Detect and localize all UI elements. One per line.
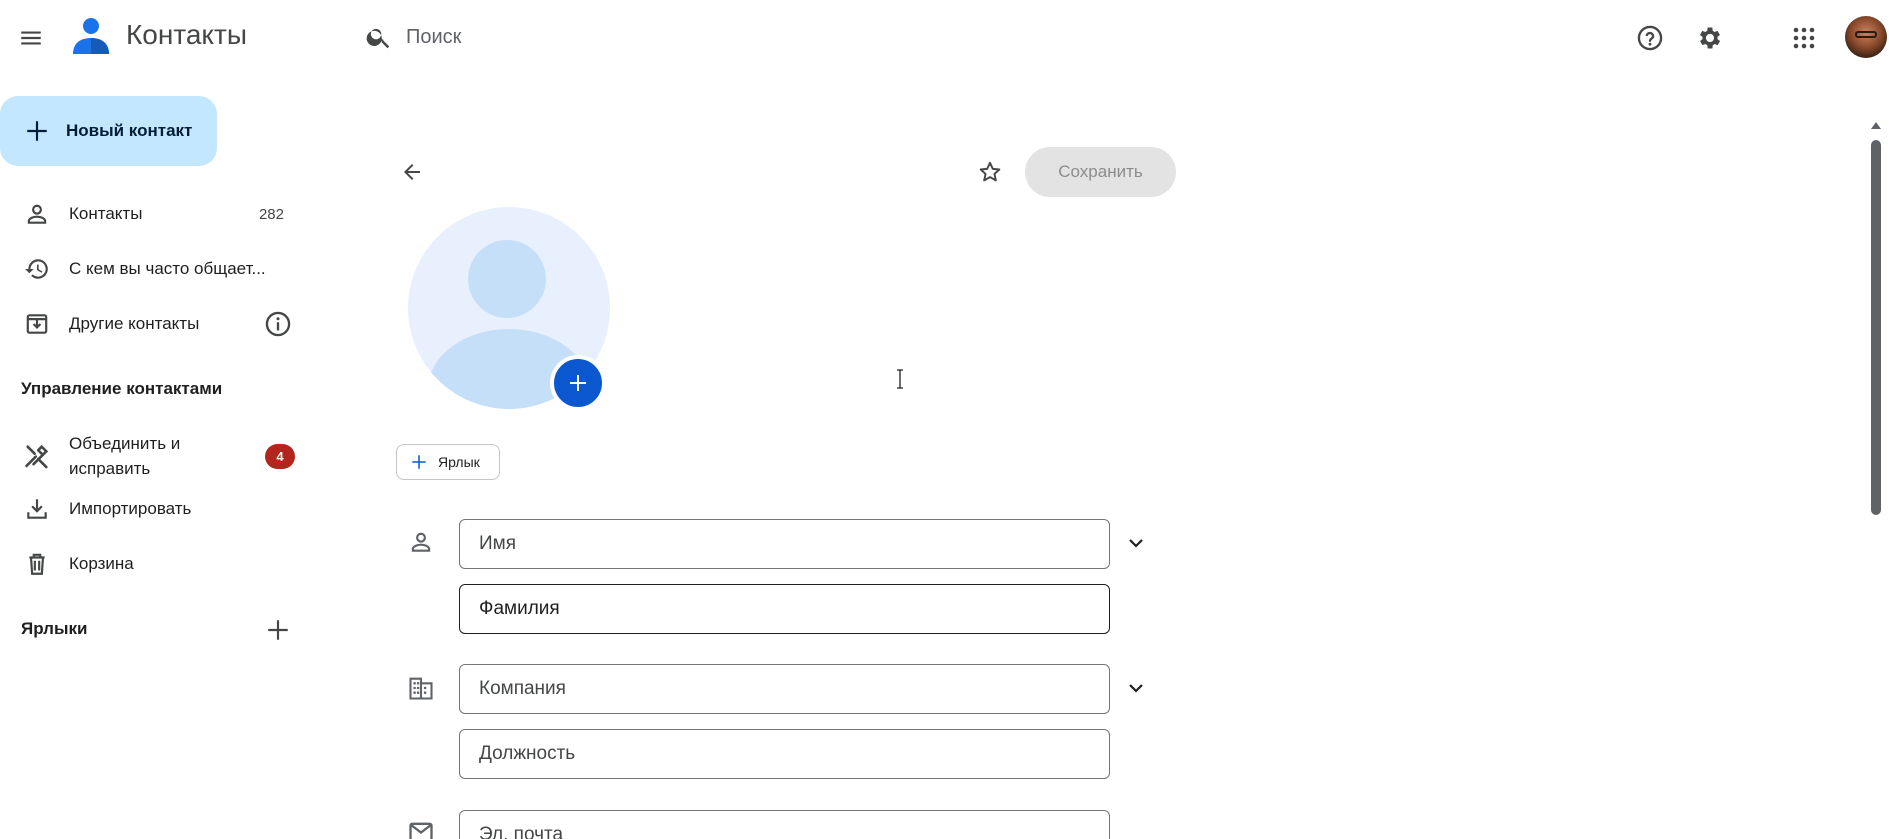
sidebar-item-other-contacts[interactable]: Другие контакты — [0, 298, 300, 350]
settings-button[interactable] — [1690, 18, 1730, 58]
favorite-star-button[interactable] — [970, 152, 1010, 192]
gear-icon — [1699, 27, 1721, 49]
first-name-input[interactable] — [460, 520, 1109, 568]
page-scrollbar[interactable] — [1869, 120, 1883, 839]
first-name-field[interactable] — [459, 519, 1110, 569]
expand-name-button[interactable] — [1116, 523, 1156, 563]
job-title-field[interactable] — [459, 729, 1110, 779]
add-label-chip[interactable]: Ярлык — [396, 444, 500, 480]
merge-count-badge: 4 — [265, 444, 295, 469]
new-contact-label: Новый контакт — [66, 121, 193, 140]
sidebar-item-label: Контакты — [69, 204, 143, 223]
last-name-input[interactable] — [460, 585, 1109, 633]
person-field-icon — [404, 525, 438, 559]
main-menu-button[interactable] — [10, 17, 52, 59]
expand-company-button[interactable] — [1116, 668, 1156, 708]
email-input[interactable] — [460, 811, 1109, 839]
search-input[interactable] — [406, 18, 1306, 56]
sidebar-item-contacts[interactable]: Контакты 282 — [0, 188, 300, 240]
manage-contacts-heading: Управление контактами — [21, 379, 223, 398]
scroll-thumb[interactable] — [1871, 140, 1881, 515]
history-icon — [22, 254, 52, 284]
help-icon — [1637, 25, 1663, 51]
arrow-back-icon — [404, 164, 420, 180]
sidebar-item-label: Объединить и исправить — [69, 431, 180, 481]
back-button[interactable] — [392, 152, 432, 192]
sidebar-item-label: Импортировать — [69, 499, 192, 518]
plus-icon — [570, 375, 586, 391]
sidebar-item-label: Другие контакты — [69, 314, 200, 333]
photo-head-shape — [468, 240, 546, 318]
merge-label-line1: Объединить и — [69, 434, 181, 453]
trash-icon — [22, 549, 52, 579]
save-button[interactable]: Сохранить — [1025, 147, 1176, 197]
sidebar-item-trash[interactable]: Корзина — [0, 538, 300, 590]
help-button[interactable] — [1630, 18, 1670, 58]
contacts-logo-icon[interactable] — [70, 16, 112, 58]
contacts-count: 282 — [258, 205, 284, 223]
email-field[interactable] — [459, 810, 1110, 839]
plus-icon — [409, 452, 429, 472]
job-title-input[interactable] — [460, 730, 1109, 778]
company-field-icon — [404, 671, 438, 705]
merge-fix-icon — [22, 441, 52, 471]
chevron-down-icon — [1129, 684, 1143, 693]
sidebar-item-frequent[interactable]: С кем вы часто общает... — [0, 243, 300, 295]
info-icon[interactable] — [263, 309, 293, 339]
company-field[interactable] — [459, 664, 1110, 714]
app-title[interactable]: Контакты — [126, 19, 247, 51]
google-apps-button[interactable] — [1784, 18, 1824, 58]
email-field-icon — [404, 815, 438, 839]
account-avatar[interactable] — [1845, 16, 1887, 58]
last-name-field[interactable] — [459, 584, 1110, 634]
search-icon[interactable] — [362, 20, 396, 54]
top-app-bar: Контакты — [0, 0, 1889, 74]
plus-icon — [22, 116, 52, 146]
star-outline-icon — [979, 161, 1001, 182]
company-input[interactable] — [460, 665, 1109, 713]
sidebar-item-merge-fix[interactable]: Объединить и исправить 4 — [0, 428, 300, 484]
sidebar-item-label: Корзина — [69, 554, 134, 573]
new-contact-button[interactable]: Новый контакт — [0, 96, 217, 166]
chevron-down-icon — [1129, 539, 1143, 548]
labels-heading: Ярлыки — [21, 619, 88, 638]
plus-icon — [268, 620, 288, 640]
sidebar-item-label: С кем вы часто общает... — [69, 259, 266, 278]
hamburger-menu-icon — [21, 31, 41, 45]
avatar-glasses-icon — [1855, 31, 1877, 38]
import-icon — [22, 494, 52, 524]
label-chip-text: Ярлык — [438, 454, 480, 470]
text-cursor-icon — [897, 369, 903, 389]
archive-download-icon — [22, 309, 52, 339]
scroll-up-arrow-icon[interactable] — [1871, 122, 1881, 129]
merge-label-line2: исправить — [69, 459, 151, 478]
add-label-button[interactable] — [262, 614, 294, 646]
sidebar-item-import[interactable]: Импортировать — [0, 483, 300, 535]
add-photo-button[interactable] — [550, 355, 606, 411]
apps-grid-icon — [1793, 27, 1815, 49]
person-icon — [22, 199, 52, 229]
